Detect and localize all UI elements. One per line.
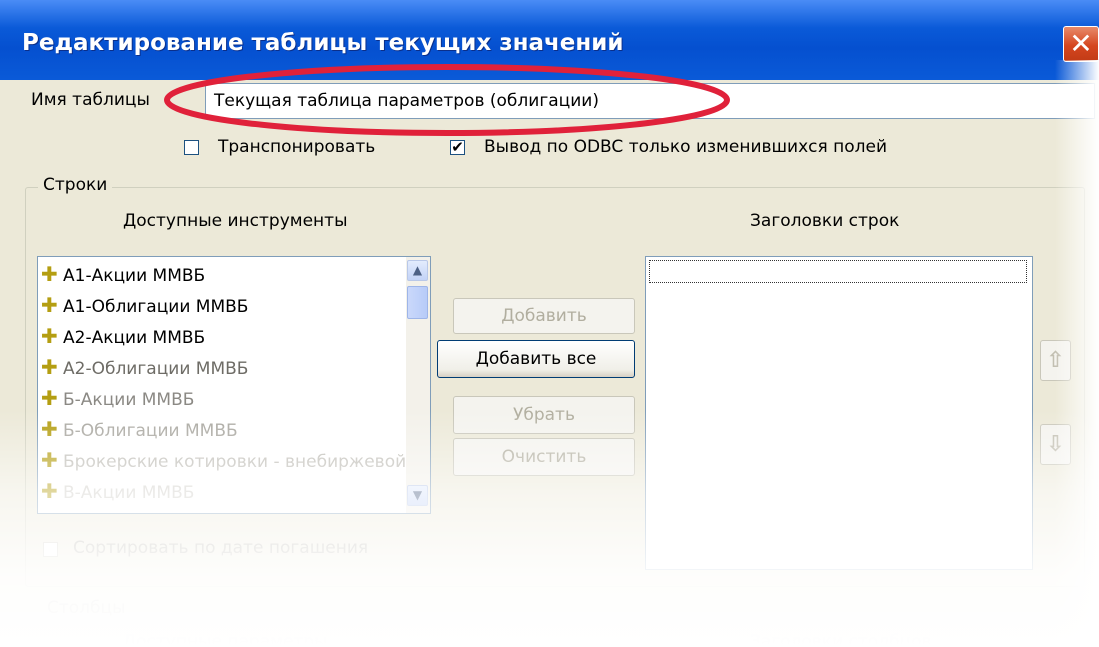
instrument-icon: ✚ [41,293,58,317]
instrument-icon: ✚ [41,324,58,348]
transpose-checkbox[interactable] [184,140,199,155]
transpose-label: Транспонировать [218,137,376,157]
instrument-icon: ✚ [41,479,58,503]
scroll-up-icon[interactable]: ▲ [407,260,428,281]
list-item[interactable]: ✚ Брокерские котировки - внебиржевой [41,445,406,476]
window-title: Редактирование таблицы текущих значений [22,30,624,56]
odbc-changed-only-checkbox[interactable]: ✔ [450,140,465,155]
list-item[interactable]: ✚ А2-Акции ММВБ [41,321,205,352]
list-item[interactable]: ✚ А1-Акции ММВБ [41,259,205,290]
table-name-value: Текущая таблица параметров (облигации) [214,91,599,111]
table-name-label: Имя таблицы [31,90,150,110]
list-item[interactable]: ✚ А1-Облигации ММВБ [41,290,248,321]
available-instruments-list[interactable]: ✚ А1-Акции ММВБ ✚ А1-Облигации ММВБ ✚ А2-Ак… [37,256,431,514]
available-params-header: Доступные параметры [123,632,328,647]
row-headers-list[interactable] [645,256,1033,570]
scrollbar-thumb[interactable] [407,286,428,319]
clear-button[interactable]: Очистить [453,438,635,476]
move-up-icon[interactable]: ⇧ [1040,340,1071,381]
odbc-changed-only-label: Вывод по ODBC только изменившихся полей [484,137,888,157]
instruments-scrollbar[interactable]: ▲ ▼ [406,257,430,513]
list-item[interactable]: ✚ Б-Облигации ММВБ [41,414,238,445]
sort-by-maturity-checkbox[interactable] [43,542,58,557]
move-down-icon[interactable]: ⇩ [1040,424,1071,465]
add-button[interactable]: Добавить [453,298,635,334]
close-button[interactable]: ✕ [1063,26,1099,62]
instrument-icon: ✚ [41,417,58,441]
rows-group-title: Строки [38,175,113,195]
instrument-icon: ✚ [41,262,58,286]
available-instruments-header: Доступные инструменты [123,211,348,231]
list-item[interactable]: ✚ А2-Облигации ММВБ [41,352,248,383]
row-headers-header: Заголовки строк [750,211,900,231]
sort-by-maturity-label: Сортировать по дате погашения [73,538,369,558]
instrument-icon: ✚ [41,386,58,410]
list-item[interactable]: ✚ Б-Акции ММВБ [41,383,194,414]
instrument-icon: ✚ [41,448,58,472]
focused-list-item[interactable] [649,260,1027,283]
list-item[interactable]: ✚ В-Акции ММВБ [41,476,194,507]
columns-group-title: Столбцы [47,598,126,618]
remove-button[interactable]: Убрать [453,396,635,434]
check-icon: ✔ [451,138,464,156]
scroll-down-icon[interactable]: ▼ [407,485,428,506]
title-bar[interactable]: Редактирование таблицы текущих значений … [0,0,1099,80]
column-headers-header: Заголовки столбцов [750,632,932,647]
table-name-input[interactable]: Текущая таблица параметров (облигации) [205,83,1095,119]
edit-table-dialog: Редактирование таблицы текущих значений … [0,0,1099,647]
add-all-button[interactable]: Добавить все [437,340,635,378]
instrument-icon: ✚ [41,355,58,379]
